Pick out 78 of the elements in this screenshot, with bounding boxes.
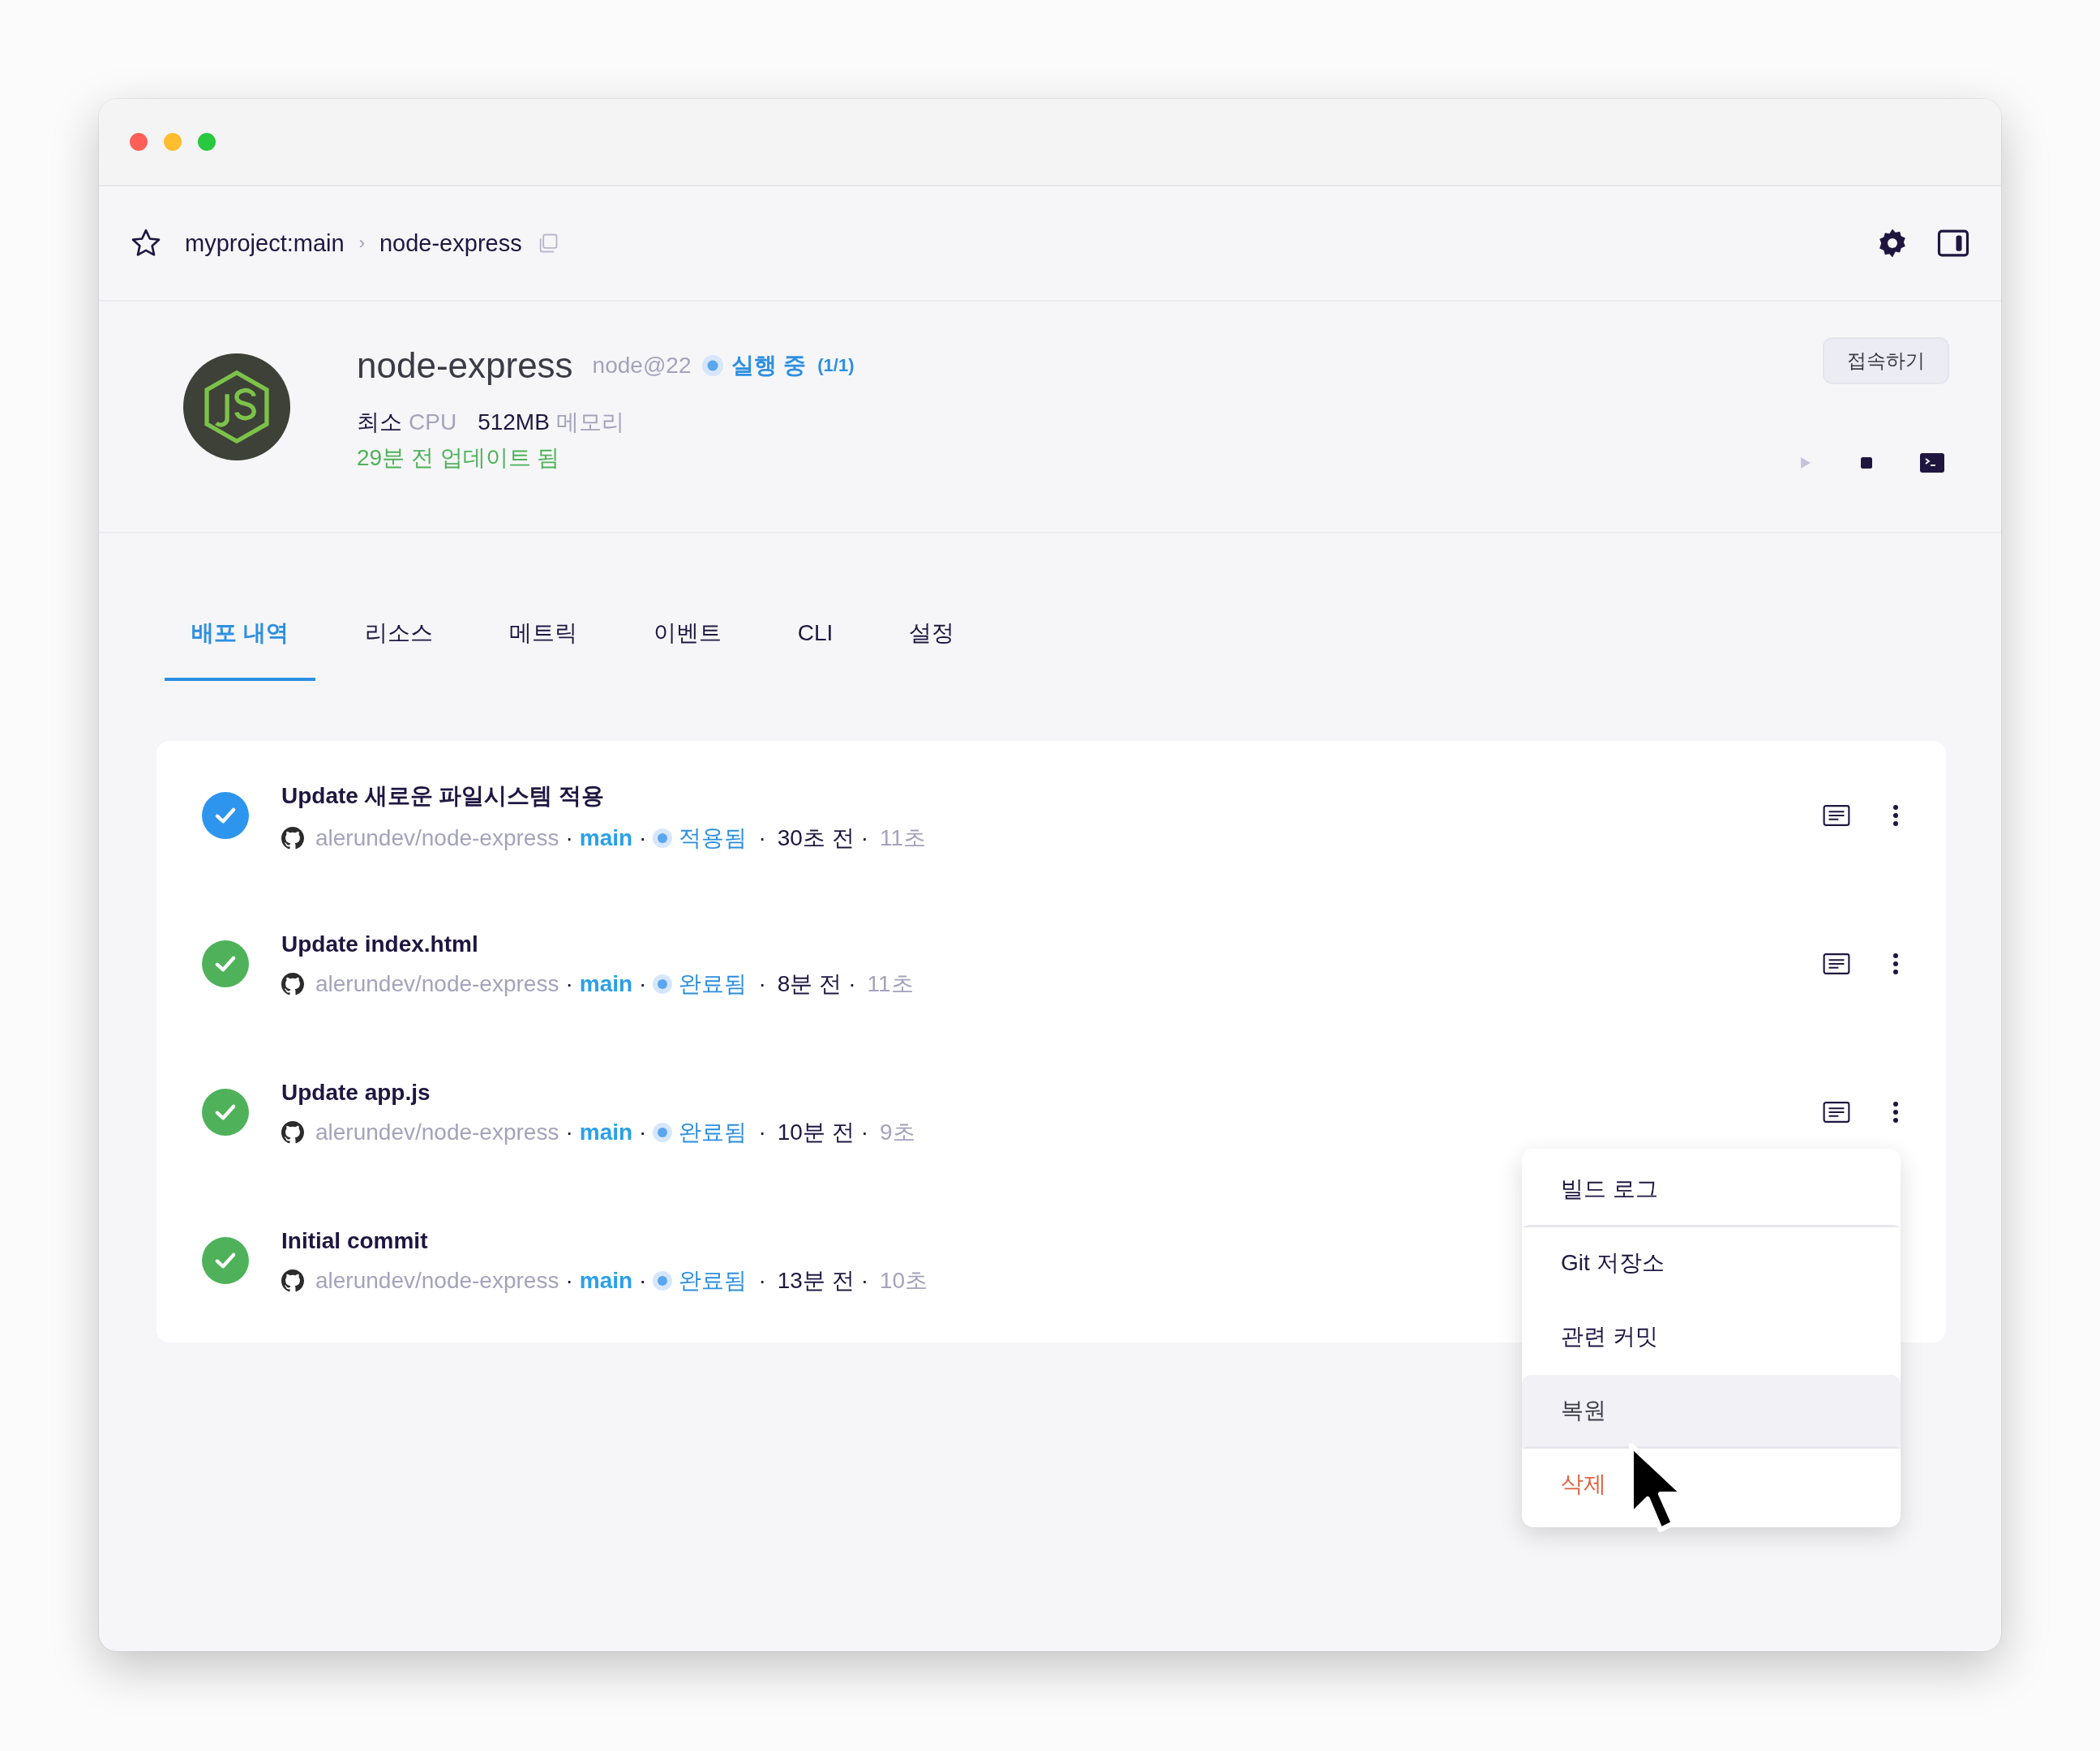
- deploy-time: 30초 전: [777, 824, 855, 852]
- more-options-icon[interactable]: [1892, 803, 1899, 827]
- status-dot-icon: [653, 1122, 673, 1142]
- dot-separator: ·: [758, 1267, 766, 1294]
- close-button[interactable]: [130, 133, 148, 151]
- cpu-label: CPU: [409, 409, 457, 435]
- cpu-value: 최소: [357, 409, 402, 436]
- menu-item[interactable]: 삭제: [1522, 1449, 1901, 1522]
- check-circle-icon: [202, 1088, 249, 1136]
- github-icon: [281, 826, 304, 850]
- dot-separator: ·: [565, 1267, 573, 1294]
- log-icon[interactable]: [1823, 1101, 1850, 1123]
- tab[interactable]: CLI: [770, 600, 860, 681]
- dot-separator: ·: [639, 1267, 647, 1294]
- deployment-status: 적용됨: [679, 824, 748, 852]
- status-dot-icon: [702, 355, 724, 376]
- github-icon: [281, 1269, 304, 1292]
- memory-value: 512MB: [478, 409, 550, 435]
- dot-separator: ·: [860, 1119, 869, 1145]
- dot-separator: ·: [639, 970, 647, 997]
- instance-count: (1/1): [817, 355, 855, 376]
- breadcrumb-separator: ›: [358, 233, 365, 254]
- stop-icon[interactable]: [1858, 455, 1875, 471]
- deploy-time: 8분 전: [777, 970, 842, 998]
- github-icon: [281, 1120, 304, 1144]
- deployment-status: 완료됨: [679, 1118, 748, 1146]
- tab[interactable]: 설정: [882, 600, 982, 681]
- commit-title: Update index.html: [281, 931, 479, 957]
- breadcrumb-link[interactable]: myproject:main: [185, 229, 345, 257]
- status-dot-icon: [653, 974, 673, 994]
- dot-separator: ·: [639, 824, 647, 851]
- terminal-icon[interactable]: [1920, 453, 1944, 473]
- tab[interactable]: 이벤트: [626, 600, 748, 681]
- deploy-time: 10분 전: [777, 1118, 855, 1146]
- breadcrumb-current: node-express: [379, 229, 522, 257]
- status-label: 실행 중: [731, 352, 807, 379]
- dot-separator: ·: [860, 824, 869, 851]
- status-dot-icon: [653, 828, 673, 848]
- deployment-status: 완료됨: [679, 1266, 748, 1295]
- check-circle-icon: [202, 791, 249, 839]
- dot-separator: ·: [565, 824, 573, 851]
- log-icon[interactable]: [1823, 804, 1850, 826]
- runtime-version: node@22: [592, 353, 692, 379]
- memory-label: 메모리: [555, 409, 624, 436]
- dot-separator: ·: [758, 970, 766, 997]
- tab[interactable]: 메트릭: [482, 600, 604, 681]
- build-duration: 11초: [867, 970, 914, 998]
- service-name: node-express: [357, 345, 573, 386]
- github-icon: [281, 972, 304, 995]
- menu-item[interactable]: 관련 커밋: [1522, 1301, 1901, 1375]
- commit-title: Update app.js: [281, 1079, 431, 1106]
- dot-separator: ·: [639, 1119, 647, 1145]
- connect-button[interactable]: 접속하기: [1823, 337, 1949, 384]
- dot-separator: ·: [860, 1267, 869, 1294]
- commit-title: Initial commit: [281, 1227, 429, 1254]
- menu-item[interactable]: 빌드 로그: [1522, 1154, 1901, 1227]
- dot-separator: ·: [758, 1119, 766, 1145]
- nodejs-logo-icon: [183, 353, 290, 460]
- dot-separator: ·: [565, 1119, 573, 1145]
- check-circle-icon: [202, 940, 249, 987]
- updated-time: 29분 전 업데이트 됨: [357, 444, 561, 472]
- build-duration: 10초: [880, 1266, 928, 1295]
- more-options-icon[interactable]: [1892, 952, 1899, 975]
- dot-separator: ·: [565, 970, 573, 997]
- menu-item[interactable]: 복원: [1522, 1375, 1901, 1449]
- menu-item[interactable]: Git 저장소: [1522, 1227, 1901, 1301]
- tab[interactable]: 리소스: [337, 600, 460, 681]
- log-icon[interactable]: [1823, 953, 1850, 974]
- status-dot-icon: [653, 1270, 673, 1291]
- dot-separator: ·: [758, 824, 766, 851]
- more-options-icon[interactable]: [1892, 1100, 1899, 1124]
- deployment-status: 완료됨: [679, 970, 748, 998]
- commit-title: Update 새로운 파일시스템 적용: [281, 781, 606, 810]
- check-circle-icon: [202, 1236, 249, 1284]
- build-duration: 9초: [880, 1118, 915, 1146]
- deploy-time: 13분 전: [777, 1266, 855, 1295]
- build-duration: 11초: [880, 824, 927, 852]
- dot-separator: ·: [848, 970, 856, 997]
